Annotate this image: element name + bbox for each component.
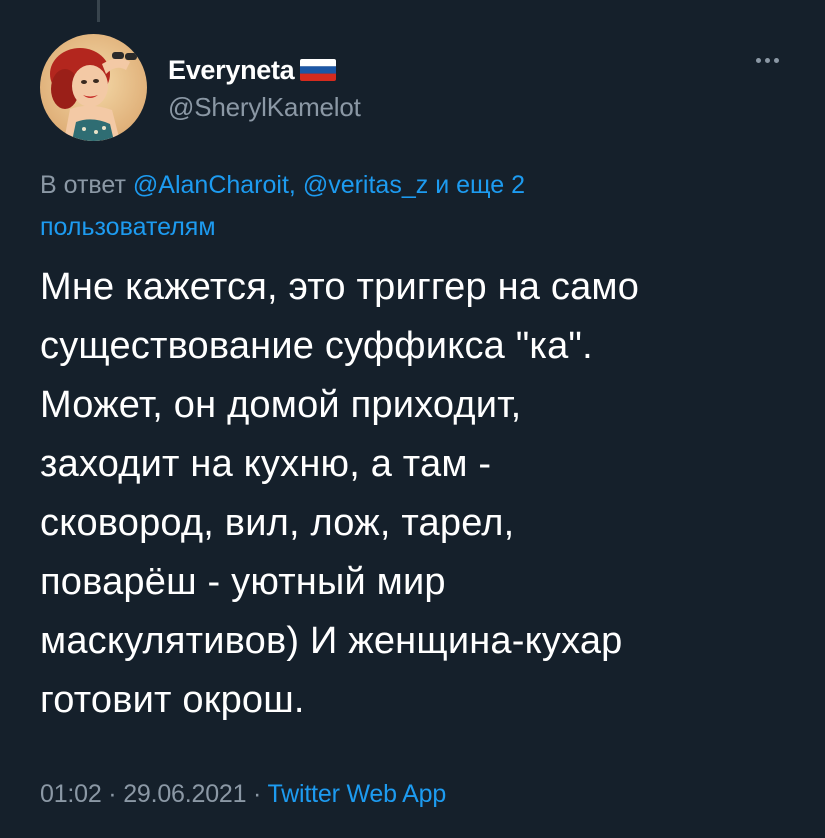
pinup-girl-avatar-icon [40,34,147,141]
reply-prefix: В ответ [40,171,133,199]
author-block: Everyneta @SherylKamelot [168,54,361,123]
tweet-meta: 01:02 · 29.06.2021 · Twitter Web App [40,780,446,809]
tweet-text: Мне кажется, это триггер на само существ… [40,266,640,721]
display-name[interactable]: Everyneta [168,55,295,86]
mention-link-2[interactable]: @veritas_z [303,171,428,199]
more-dot [756,58,761,63]
tweet-source-link[interactable]: Twitter Web App [267,780,446,808]
more-dot [774,58,779,63]
display-name-row: Everyneta [168,54,361,86]
more-options-icon[interactable] [756,58,779,63]
mention-separator: , [288,171,303,199]
thread-connector-line [97,0,100,22]
reply-connector: и [428,171,457,199]
user-handle[interactable]: @SherylKamelot [168,92,361,123]
tweet-detail: Everyneta @SherylKamelot В ответ @AlanCh… [0,0,825,838]
avatar[interactable] [40,34,147,141]
more-dot [765,58,770,63]
reply-context: В ответ @AlanCharoit, @veritas_z и еще 2… [40,164,680,248]
meta-dot: · [246,780,268,808]
meta-dot: · [101,780,124,808]
mention-link-1[interactable]: @AlanCharoit [133,171,289,199]
tweet-time[interactable]: 01:02 [40,780,102,808]
russia-flag-icon [300,59,337,81]
tweet-date[interactable]: 29.06.2021 [123,780,246,808]
